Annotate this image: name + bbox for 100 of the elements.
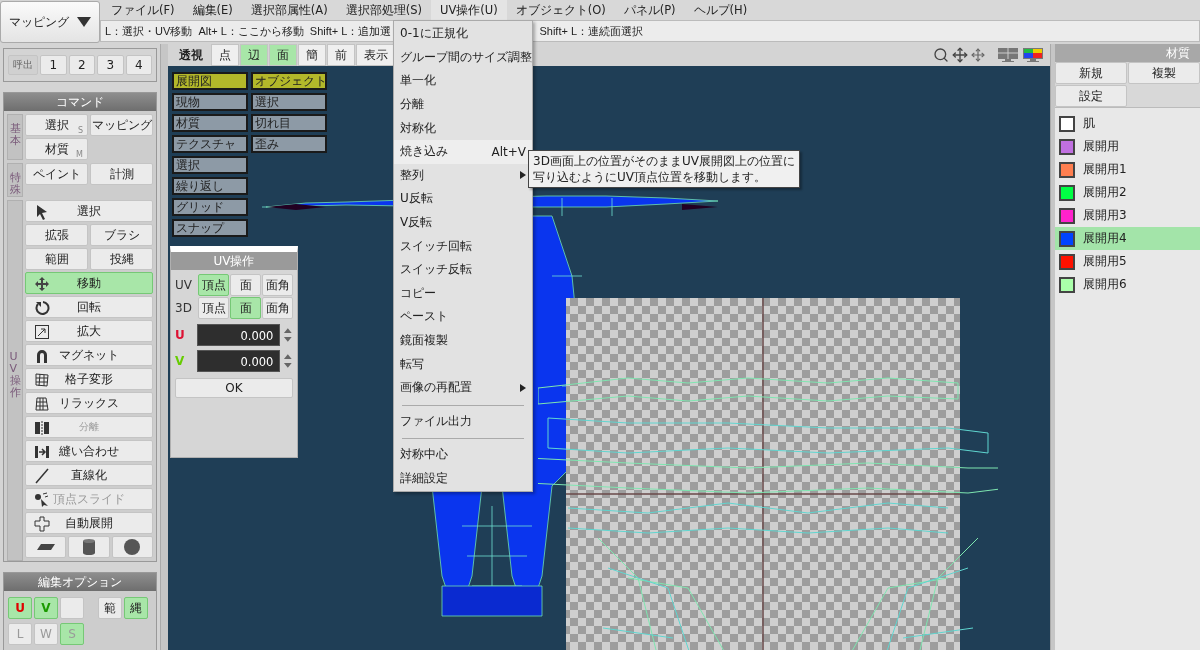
view-mode-button[interactable]: 点 bbox=[211, 44, 239, 66]
display-toggle[interactable]: 繰り返し bbox=[172, 177, 248, 195]
tool-button[interactable]: 移動 bbox=[25, 272, 153, 295]
tool-button[interactable]: 拡大 bbox=[25, 320, 153, 343]
tool-button[interactable]: リラックス bbox=[25, 392, 153, 415]
material-row[interactable]: 展開用3 bbox=[1055, 204, 1200, 227]
view-mode-button[interactable]: 表示 bbox=[356, 44, 396, 66]
preset-slot-button[interactable]: 3 bbox=[97, 55, 124, 75]
menu-entry[interactable]: 詳細設定 bbox=[394, 466, 532, 491]
menu-entry[interactable]: 分離 bbox=[394, 92, 532, 117]
shape-button[interactable] bbox=[25, 536, 67, 559]
ok-button[interactable]: OK bbox=[175, 378, 293, 398]
move-icon[interactable] bbox=[971, 48, 985, 62]
display-toggle[interactable]: テクスチャ bbox=[172, 135, 248, 153]
command-button[interactable]: 選択 S bbox=[25, 114, 88, 136]
menu-item[interactable]: 編集(E) bbox=[183, 0, 242, 20]
display-toggle[interactable]: 材質 bbox=[172, 114, 248, 132]
search-icon[interactable] bbox=[933, 47, 949, 63]
tool-button[interactable]: 回転 bbox=[25, 296, 153, 319]
option-toggle[interactable] bbox=[60, 597, 84, 620]
display-toggle[interactable]: スナップ bbox=[172, 219, 248, 237]
mode-option[interactable]: 面角 bbox=[262, 297, 293, 319]
menu-entry[interactable]: U反転 bbox=[394, 187, 532, 211]
material-row[interactable]: 展開用1 bbox=[1055, 158, 1200, 181]
preset-slot-button[interactable]: 2 bbox=[68, 55, 95, 75]
menu-entry[interactable]: 対称中心 bbox=[394, 443, 532, 467]
mode-option[interactable]: 面角 bbox=[262, 274, 293, 296]
preset-call-button[interactable]: 呼出 bbox=[8, 55, 38, 75]
menu-item[interactable]: UV操作(U) bbox=[430, 0, 507, 20]
menu-entry[interactable]: グループ間のサイズ調整 bbox=[394, 45, 532, 70]
menu-item[interactable]: オブジェクト(O) bbox=[506, 0, 615, 20]
material-row[interactable]: 展開用4 bbox=[1055, 227, 1200, 250]
display-toggle[interactable]: 選択 bbox=[251, 93, 327, 111]
mode-option[interactable]: 面 bbox=[230, 297, 261, 319]
scrollbar[interactable] bbox=[160, 44, 168, 650]
menu-entry[interactable]: V反転 bbox=[394, 210, 532, 235]
number-field[interactable]: 0.000 bbox=[197, 324, 281, 346]
tool-button[interactable]: マグネット bbox=[25, 344, 153, 367]
tool-button[interactable]: 直線化 bbox=[25, 464, 153, 487]
menu-item[interactable]: 選択部属性(A) bbox=[241, 0, 337, 20]
menu-entry[interactable]: 整列 bbox=[394, 163, 532, 188]
menu-entry[interactable]: スイッチ反転 bbox=[394, 257, 532, 282]
command-button[interactable]: ペイント bbox=[25, 163, 88, 185]
material-row[interactable]: 展開用 bbox=[1055, 135, 1200, 158]
material-button[interactable]: 設定 bbox=[1055, 85, 1127, 107]
menu-entry[interactable]: 焼き込み Alt+V bbox=[394, 139, 532, 164]
view-mode-button[interactable]: 前 bbox=[327, 44, 355, 66]
material-button[interactable]: 複製 bbox=[1128, 62, 1200, 84]
menu-item[interactable]: ヘルプ(H) bbox=[684, 0, 757, 20]
view-mode-button[interactable]: 簡 bbox=[298, 44, 326, 66]
display-toggle[interactable]: 選択 bbox=[172, 156, 248, 174]
menu-item[interactable]: ファイル(F) bbox=[102, 0, 184, 20]
tool-button[interactable]: 選択 bbox=[25, 200, 153, 223]
tool-button[interactable]: ブラシ bbox=[90, 224, 153, 247]
display-toggle[interactable]: 展開図 bbox=[172, 72, 248, 90]
display-toggle[interactable]: グリッド bbox=[172, 198, 248, 216]
menu-entry[interactable]: スイッチ回転 bbox=[394, 234, 532, 258]
option-toggle[interactable]: 範 bbox=[98, 597, 122, 620]
material-button[interactable]: 新規 bbox=[1055, 62, 1127, 84]
tool-button[interactable]: 拡張 bbox=[25, 224, 88, 247]
menu-entry[interactable]: 対称化 bbox=[394, 116, 532, 140]
menu-entry[interactable]: 単一化 bbox=[394, 69, 532, 93]
mode-option[interactable]: 面 bbox=[230, 274, 261, 296]
material-row[interactable]: 肌 bbox=[1055, 112, 1200, 135]
menu-entry[interactable]: コピー bbox=[394, 281, 532, 306]
menu-entry[interactable]: ペースト bbox=[394, 305, 532, 329]
menu-entry[interactable]: 画像の再配置 bbox=[394, 375, 532, 400]
preset-slot-button[interactable]: 1 bbox=[40, 55, 67, 75]
menu-item[interactable]: パネル(P) bbox=[614, 0, 685, 20]
display-toggle[interactable]: 歪み bbox=[251, 135, 327, 153]
material-row[interactable]: 展開用6 bbox=[1055, 273, 1200, 296]
tool-button[interactable]: 自動展開 bbox=[25, 512, 153, 535]
menu-entry[interactable]: ファイル出力 bbox=[394, 409, 532, 434]
move-icon[interactable] bbox=[952, 47, 968, 63]
monitor-icon[interactable] bbox=[1022, 47, 1044, 63]
command-button[interactable]: 材質 M bbox=[25, 138, 88, 160]
command-button[interactable]: マッピング bbox=[90, 114, 153, 136]
menu-entry[interactable]: 転写 bbox=[394, 352, 532, 376]
shape-button[interactable] bbox=[111, 536, 153, 559]
view-mode-button[interactable]: 辺 bbox=[240, 44, 268, 66]
material-row[interactable]: 展開用2 bbox=[1055, 181, 1200, 204]
shape-button[interactable] bbox=[68, 536, 110, 559]
command-button[interactable]: 計測 bbox=[90, 163, 153, 185]
material-row[interactable]: 展開用5 bbox=[1055, 250, 1200, 273]
preset-slot-button[interactable]: 4 bbox=[125, 55, 152, 75]
tool-button[interactable]: 範囲 bbox=[25, 248, 88, 271]
view-mode-button[interactable]: 面 bbox=[269, 44, 297, 66]
menu-entry[interactable]: 鏡面複製 bbox=[394, 328, 532, 353]
tool-button[interactable]: 縫い合わせ bbox=[25, 440, 153, 463]
monitor-icon[interactable] bbox=[997, 47, 1019, 63]
mode-dropdown[interactable]: マッピング bbox=[0, 1, 100, 43]
display-toggle[interactable]: 現物 bbox=[172, 93, 248, 111]
display-toggle[interactable]: 切れ目 bbox=[251, 114, 327, 132]
menu-entry[interactable]: 0-1に正規化 bbox=[394, 22, 532, 46]
scrollbar[interactable] bbox=[1050, 44, 1055, 650]
number-field[interactable]: 0.000 bbox=[197, 350, 281, 372]
mode-option[interactable]: 頂点 bbox=[198, 297, 229, 319]
display-toggle[interactable]: オブジェクト bbox=[251, 72, 327, 90]
option-toggle[interactable]: 縄 bbox=[124, 597, 148, 620]
mode-option[interactable]: 頂点 bbox=[198, 274, 229, 296]
